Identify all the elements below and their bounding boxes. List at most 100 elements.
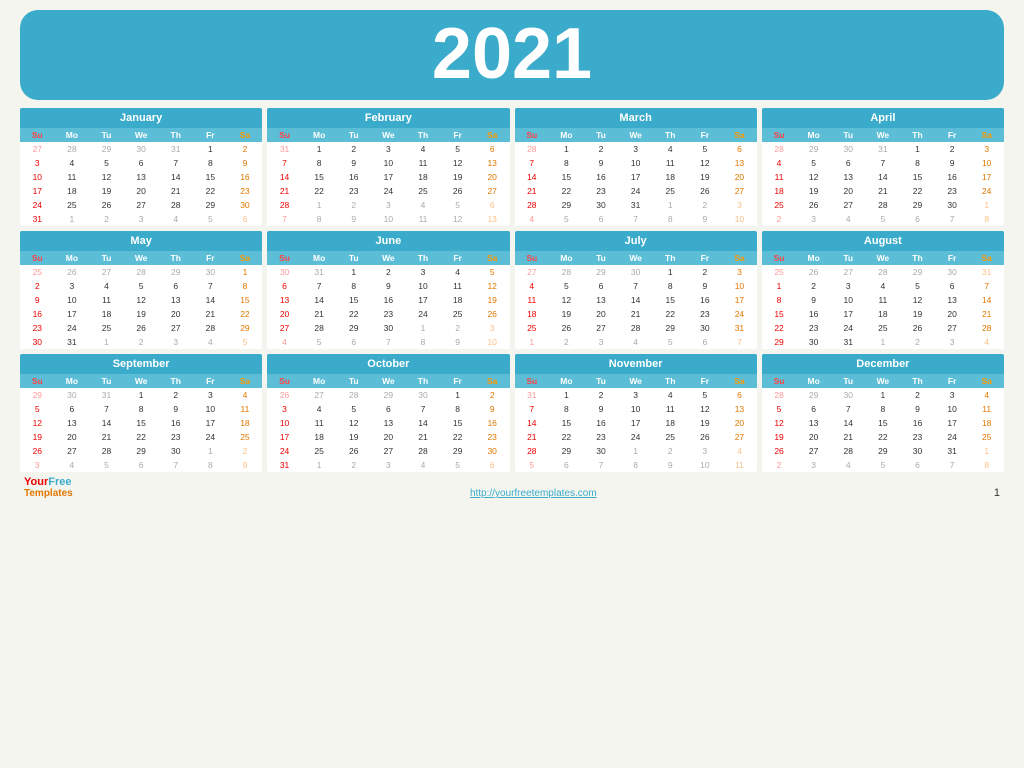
day-header-fr: Fr [935, 374, 970, 388]
day-cell: 13 [475, 212, 510, 226]
day-header-we: We [618, 251, 653, 265]
month-header-september: September [20, 354, 262, 374]
day-cell: 30 [584, 444, 619, 458]
day-cell: 5 [796, 156, 831, 170]
day-cell: 3 [371, 198, 406, 212]
day-cell: 4 [158, 212, 193, 226]
day-cell: 17 [969, 170, 1004, 184]
day-cell: 23 [20, 321, 55, 335]
day-cell: 9 [336, 212, 371, 226]
day-cell: 14 [406, 416, 441, 430]
day-cell: 28 [515, 142, 550, 156]
day-cell: 9 [228, 458, 263, 472]
day-cell: 4 [762, 156, 797, 170]
day-cell: 30 [935, 198, 970, 212]
day-cell: 30 [20, 335, 55, 349]
day-header-we: We [371, 251, 406, 265]
day-cell: 17 [618, 170, 653, 184]
day-cell: 17 [722, 293, 757, 307]
day-header-fr: Fr [193, 374, 228, 388]
day-cell: 25 [866, 321, 901, 335]
day-cell: 28 [193, 321, 228, 335]
day-cell: 23 [371, 307, 406, 321]
day-cell: 4 [653, 142, 688, 156]
month-block-march: MarchSuMoTuWeThFrSa281234567891011121314… [515, 108, 757, 226]
day-cell: 23 [475, 430, 510, 444]
day-cell: 18 [762, 184, 797, 198]
day-cell: 24 [20, 198, 55, 212]
day-cell: 30 [193, 265, 228, 279]
day-cell: 25 [762, 198, 797, 212]
day-cell: 5 [89, 458, 124, 472]
day-cell: 2 [336, 458, 371, 472]
day-cell: 11 [440, 279, 475, 293]
day-cell: 1 [549, 142, 584, 156]
day-cell: 29 [549, 444, 584, 458]
day-cell: 28 [866, 265, 901, 279]
day-header-fr: Fr [935, 128, 970, 142]
day-header-we: We [866, 251, 901, 265]
day-cell: 11 [515, 293, 550, 307]
day-cell: 12 [440, 156, 475, 170]
day-cell: 7 [515, 156, 550, 170]
day-cell: 5 [549, 279, 584, 293]
day-cell: 6 [336, 335, 371, 349]
day-cell: 14 [193, 293, 228, 307]
day-cell: 14 [267, 170, 302, 184]
day-cell: 22 [193, 184, 228, 198]
day-cell: 23 [935, 184, 970, 198]
day-cell: 9 [688, 279, 723, 293]
day-headers-row: SuMoTuWeThFrSa [762, 251, 1004, 265]
days-grid: 2812345678910111213141516171819202122232… [515, 142, 757, 226]
day-cell: 18 [866, 307, 901, 321]
day-cell: 13 [796, 416, 831, 430]
day-cell: 30 [371, 321, 406, 335]
day-cell: 13 [584, 293, 619, 307]
footer-url[interactable]: http://yourfreetemplates.com [470, 488, 597, 499]
day-cell: 7 [158, 156, 193, 170]
day-cell: 4 [831, 212, 866, 226]
day-header-fr: Fr [440, 374, 475, 388]
day-cell: 22 [762, 321, 797, 335]
day-cell: 29 [371, 388, 406, 402]
day-header-th: Th [406, 251, 441, 265]
day-cell: 15 [302, 170, 337, 184]
day-cell: 3 [371, 458, 406, 472]
day-cell: 14 [89, 416, 124, 430]
day-header-su: Su [20, 251, 55, 265]
day-header-th: Th [900, 251, 935, 265]
day-cell: 26 [549, 321, 584, 335]
day-cell: 4 [228, 388, 263, 402]
day-cell: 29 [20, 388, 55, 402]
day-cell: 29 [900, 265, 935, 279]
day-cell: 29 [440, 444, 475, 458]
day-cell: 8 [302, 156, 337, 170]
day-cell: 29 [193, 198, 228, 212]
day-cell: 21 [302, 307, 337, 321]
day-cell: 29 [762, 335, 797, 349]
days-grid: 2627282930123456789101112131415161718192… [267, 388, 509, 472]
day-header-mo: Mo [549, 128, 584, 142]
day-cell: 31 [515, 388, 550, 402]
day-cell: 3 [796, 458, 831, 472]
day-cell: 19 [336, 430, 371, 444]
day-cell: 29 [796, 388, 831, 402]
day-cell: 1 [302, 142, 337, 156]
day-cell: 5 [515, 458, 550, 472]
day-cell: 12 [549, 293, 584, 307]
day-cell: 3 [193, 388, 228, 402]
day-cell: 9 [475, 402, 510, 416]
day-cell: 18 [653, 170, 688, 184]
day-cell: 13 [831, 170, 866, 184]
month-block-september: SeptemberSuMoTuWeThFrSa29303112345678910… [20, 354, 262, 472]
day-header-mo: Mo [796, 374, 831, 388]
day-cell: 24 [55, 321, 90, 335]
day-cell: 23 [336, 184, 371, 198]
day-cell: 6 [371, 402, 406, 416]
day-cell: 30 [935, 265, 970, 279]
day-headers-row: SuMoTuWeThFrSa [515, 374, 757, 388]
days-grid: 2526272829303112345678910111213141516171… [762, 265, 1004, 349]
day-cell: 28 [158, 198, 193, 212]
day-header-tu: Tu [584, 374, 619, 388]
day-cell: 27 [158, 321, 193, 335]
